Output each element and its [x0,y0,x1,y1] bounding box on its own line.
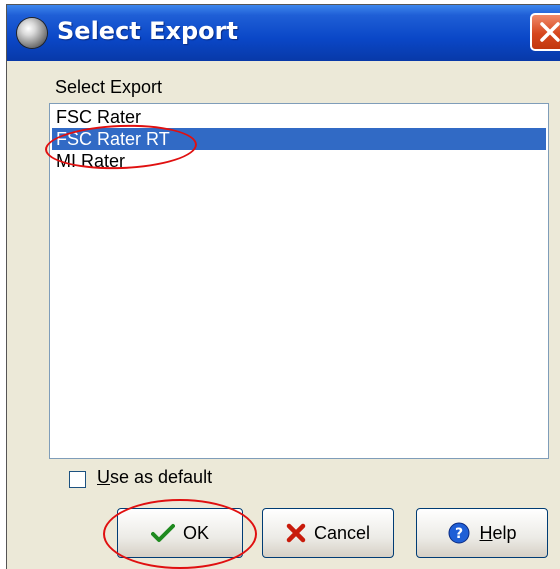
cancel-x-icon [286,523,306,543]
ok-button[interactable]: OK [117,508,243,558]
use-as-default-label[interactable]: Use as default [97,467,212,488]
use-as-default-label-rest: se as default [110,467,213,487]
help-mnemonic: H [479,522,493,543]
help-icon: ? [448,522,470,544]
group-label: Select Export [55,77,163,97]
help-button[interactable]: ? Help [416,508,548,558]
ok-button-label: OK [182,522,209,543]
help-label-rest: elp [492,522,517,543]
checkmark-icon [150,524,175,542]
list-item-fsc-rater-rt[interactable]: FSC Rater RT [52,128,546,150]
help-button-label: Help [479,523,516,544]
list-item-fsc-rater[interactable]: FSC Rater [52,106,546,128]
use-as-default-checkbox[interactable] [69,471,86,488]
app-logo-icon [17,18,47,48]
close-icon [540,22,560,42]
select-export-dialog: Select Export Select Export FSC Rater FS… [6,4,560,569]
use-as-default-mnemonic: U [97,467,110,487]
close-button[interactable] [530,13,560,51]
title-bar[interactable]: Select Export [7,5,560,61]
export-listbox[interactable]: FSC Rater FSC Rater RT MI Rater [49,103,549,459]
svg-text:?: ? [455,526,463,542]
window-title: Select Export [57,17,238,45]
cancel-button-label: Cancel [313,522,371,543]
list-item-mi-rater[interactable]: MI Rater [52,150,546,172]
cancel-button[interactable]: Cancel [262,508,394,558]
